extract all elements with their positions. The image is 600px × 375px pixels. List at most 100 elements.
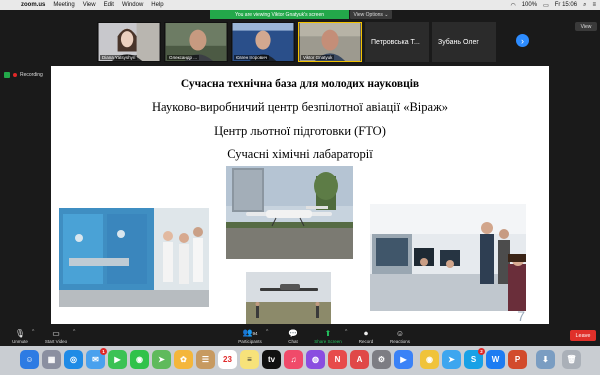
zoom-toolbar: 🎙 Unmute ^ ▭ Start Video ^ 👥94 Participa…	[0, 324, 600, 346]
facetime-icon[interactable]: ▶	[108, 350, 127, 369]
calendar-icon[interactable]: 23	[218, 350, 237, 369]
photos-icon[interactable]: ✿	[174, 350, 193, 369]
start-video-button[interactable]: ▭ Start Video	[36, 326, 76, 345]
reactions-button[interactable]: ☺ Reactions	[380, 326, 420, 345]
viewing-banner: You are viewing Viktor Gnatyuk's screen	[210, 10, 349, 19]
share-screen-button[interactable]: ⬆ Share Screen	[308, 326, 348, 345]
telegram-icon[interactable]: ➤	[442, 350, 461, 369]
shared-screen-slide: Сучасна технічна база для молодих науков…	[51, 66, 549, 324]
participants-label: Participants	[238, 339, 262, 344]
recording-label: Recording	[20, 71, 43, 78]
participant-tile[interactable]: Олександр ...	[164, 22, 228, 62]
chat-icon: 💬	[288, 329, 298, 338]
record-label: Record	[358, 339, 374, 344]
chevron-up-icon[interactable]: ^	[73, 329, 75, 335]
downloads-folder-icon[interactable]: ⬇	[536, 350, 555, 369]
mail-badge: 1	[100, 348, 107, 355]
safari-icon[interactable]: ◎	[64, 350, 83, 369]
clock[interactable]: Fr 15:06	[555, 2, 577, 8]
smiley-plus-icon: ☺	[395, 329, 405, 338]
recording-indicator: Recording	[4, 70, 43, 79]
classroom-photo	[370, 204, 526, 311]
participant-name: Олександр ...	[167, 55, 199, 60]
slide-line: Центр льотної підготовки (FTO)	[214, 124, 386, 138]
menu-meeting[interactable]: Meeting	[53, 2, 74, 8]
participant-name: Євген Ігорович	[234, 55, 269, 60]
menubar-status-area: ◠ 100% ▭ Fr 15:06 ⌕ ≡	[510, 0, 596, 10]
participant-name: Зубань Олег	[438, 38, 479, 46]
search-icon[interactable]: ⌕	[583, 2, 586, 9]
participants-icon: 👥94	[242, 328, 258, 337]
menu-view[interactable]: View	[83, 2, 96, 8]
slide-line: Сучасні хімічні лабараторії	[227, 147, 373, 161]
zoom-icon[interactable]: ▶	[394, 350, 413, 369]
drone-photo	[246, 272, 331, 324]
leave-button[interactable]: Leave	[570, 330, 596, 341]
view-button-label: View	[580, 23, 592, 30]
chevron-up-icon[interactable]: ^	[266, 329, 268, 335]
participant-name-tile[interactable]: Зубань Олег	[432, 22, 496, 62]
macos-menubar: zoom.us Meeting View Edit Window Help ◠ …	[0, 0, 600, 10]
start-video-label: Start Video	[44, 339, 68, 344]
participant-tile[interactable]: Diana Yatsyshyn	[97, 22, 161, 62]
launchpad-icon[interactable]: ▦	[42, 350, 61, 369]
chat-label: Chat	[288, 339, 298, 344]
podcasts-icon[interactable]: ◍	[306, 350, 325, 369]
participants-button[interactable]: 👥94 Participants	[230, 326, 270, 345]
music-icon[interactable]: ♫	[284, 350, 303, 369]
slide-corner-mark: 7	[517, 308, 525, 324]
unmute-label: Unmute	[12, 339, 28, 344]
app-store-icon[interactable]: A	[350, 350, 369, 369]
skype-icon[interactable]: S2	[464, 348, 485, 369]
menu-edit[interactable]: Edit	[104, 2, 114, 8]
participant-name: Viktor Gnatyuk	[301, 55, 335, 60]
reactions-label: Reactions	[389, 339, 410, 344]
maps-icon[interactable]: ➤	[152, 350, 171, 369]
chevron-up-icon[interactable]: ^	[32, 329, 34, 335]
notes-icon[interactable]: ≡	[240, 350, 259, 369]
participant-name-tile[interactable]: Петровська Т...	[365, 22, 429, 62]
messages-icon[interactable]: ◉	[130, 350, 149, 369]
calendar-day: 23	[223, 355, 232, 364]
share-screen-icon: ⬆	[324, 329, 332, 338]
video-off-icon: ▭	[52, 329, 60, 338]
chevron-right-icon[interactable]: ›	[516, 34, 529, 47]
record-icon: ⏺	[364, 329, 368, 338]
slide-line: Науково-виробничий центр безпілотної аві…	[152, 100, 448, 114]
microphone-muted-icon: 🎙	[14, 329, 26, 338]
menu-help[interactable]: Help	[151, 2, 163, 8]
participant-name: Diana Yatsyshyn	[100, 55, 138, 60]
wifi-icon[interactable]: ◠	[510, 2, 515, 9]
leave-label: Leave	[575, 332, 591, 339]
mail-icon[interactable]: ✉ 1	[86, 348, 107, 369]
system-preferences-icon[interactable]: ⚙	[372, 350, 391, 369]
view-button[interactable]: View	[575, 22, 597, 31]
finder-icon[interactable]: ☺	[20, 350, 39, 369]
slide-title: Сучасна технічна база для молодих науков…	[180, 78, 420, 90]
participants-count: 94	[252, 331, 258, 336]
share-screen-label: Share Screen	[314, 339, 342, 344]
news-icon[interactable]: N	[328, 350, 347, 369]
aircraft-photo	[226, 166, 353, 259]
chrome-icon[interactable]: ◉	[420, 350, 439, 369]
lab-photo	[59, 208, 209, 307]
contacts-icon[interactable]: ☰	[196, 350, 215, 369]
battery-icon[interactable]: ▭	[543, 2, 549, 9]
battery-percent: 100%	[521, 2, 538, 8]
macos-dock: ☺ ▦ ◎ ✉ 1 ▶ ◉ ➤ ✿ ☰ 23 ≡ tv ♫ ◍ N A ⚙ ▶ ◉…	[0, 346, 600, 375]
apple-tv-icon[interactable]: tv	[262, 350, 281, 369]
participant-name: Петровська Т...	[371, 38, 420, 46]
skype-badge: 2	[478, 348, 485, 355]
shield-icon[interactable]	[4, 71, 10, 78]
control-center-icon[interactable]: ≡	[592, 2, 596, 8]
participant-tile-active[interactable]: Viktor Gnatyuk	[298, 22, 362, 62]
chat-button[interactable]: 💬 Chat	[273, 326, 313, 345]
participant-tile[interactable]: Євген Ігорович	[231, 22, 295, 62]
word-icon[interactable]: W	[486, 350, 505, 369]
view-options-button[interactable]: View Options ⌄	[350, 10, 392, 19]
powerpoint-icon[interactable]: P	[508, 350, 527, 369]
recording-dot-icon	[13, 72, 17, 77]
menu-window[interactable]: Window	[122, 2, 143, 8]
menu-app-name[interactable]: zoom.us	[21, 2, 45, 8]
trash-icon[interactable]: 🗑	[562, 350, 581, 369]
